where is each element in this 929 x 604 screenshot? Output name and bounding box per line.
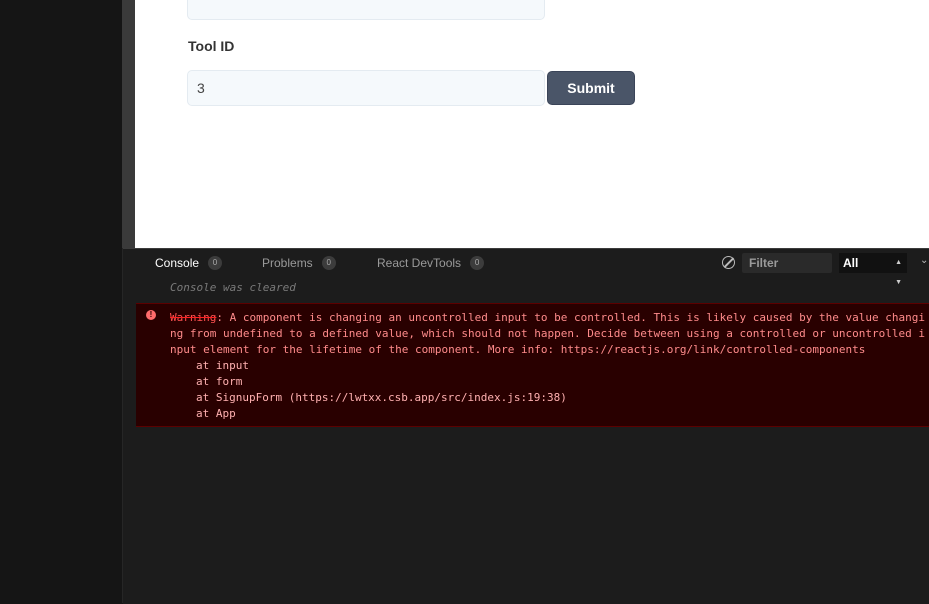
tab-react-devtools[interactable]: React DevTools 0 bbox=[377, 256, 485, 270]
stack-line: at form bbox=[196, 375, 243, 388]
tab-console[interactable]: Console 0 bbox=[155, 256, 223, 270]
devtools-panel: Console 0 Problems 0 React DevTools 0 Al… bbox=[123, 248, 929, 604]
warning-prefix: Warning bbox=[170, 311, 217, 324]
error-stack: at input at form at SignupForm (https://… bbox=[196, 358, 567, 422]
tab-problems-label: Problems bbox=[262, 256, 313, 270]
log-level-select[interactable]: All ▲ ▼ bbox=[839, 253, 907, 286]
tool-id-input[interactable] bbox=[187, 70, 545, 106]
editor-side-panel bbox=[0, 0, 123, 603]
console-count-badge: 0 bbox=[208, 256, 223, 270]
preview-scrollbar[interactable] bbox=[122, 0, 135, 248]
select-arrows-icon: ▲ ▼ bbox=[895, 259, 902, 286]
stack-line-link[interactable]: at SignupForm (https://lwtxx.csb.app/src… bbox=[196, 390, 567, 406]
log-level-value: All bbox=[843, 256, 859, 270]
chevron-down-icon[interactable]: ⌄ bbox=[920, 255, 928, 266]
clear-console-icon[interactable] bbox=[722, 256, 735, 269]
filter-input[interactable] bbox=[742, 253, 832, 273]
tab-problems[interactable]: Problems 0 bbox=[262, 256, 336, 270]
preview-pane: Tool ID Submit bbox=[135, 0, 929, 248]
error-message-text: : A component is changing an uncontrolle… bbox=[170, 311, 925, 356]
error-icon: ! bbox=[146, 310, 156, 320]
tab-console-label: Console bbox=[155, 256, 200, 270]
console-error-entry: ! Warning: A component is changing an un… bbox=[136, 303, 929, 427]
stack-line: at App bbox=[196, 407, 236, 420]
devtools-tabbar: Console 0 Problems 0 React DevTools 0 Al… bbox=[123, 249, 929, 286]
stack-line: at input bbox=[196, 359, 249, 372]
problems-count-badge: 0 bbox=[321, 256, 336, 270]
console-cleared-message: Console was cleared bbox=[170, 281, 296, 294]
submit-button[interactable]: Submit bbox=[547, 71, 635, 105]
previous-field-input[interactable] bbox=[187, 0, 545, 20]
react-devtools-count-badge: 0 bbox=[470, 256, 485, 270]
error-message: Warning: A component is changing an unco… bbox=[170, 310, 928, 358]
tab-react-devtools-label: React DevTools bbox=[377, 256, 462, 270]
tool-id-label: Tool ID bbox=[188, 38, 235, 54]
